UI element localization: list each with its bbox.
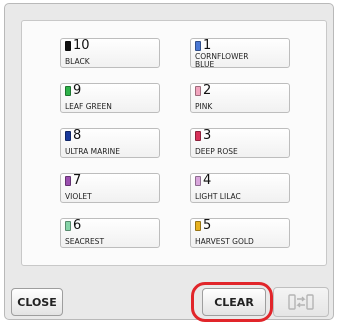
thread-list-panel: 10 BLACK 9 LEAF GREEN 8 ULTRA MARINE 7 V… [21,20,327,266]
thread-number: 8 [73,128,82,143]
thread-tile-2[interactable]: 2 PINK [190,83,290,113]
thread-number: 9 [73,83,82,98]
thread-spool-icon [65,41,71,51]
close-button[interactable]: CLOSE [11,288,63,316]
thread-spool-icon [65,176,71,186]
thread-spool-icon [65,131,71,141]
thread-name: ULTRA MARINE [65,147,121,156]
thread-spool-icon [195,176,201,186]
thread-name: HARVEST GOLD [195,237,254,246]
clear-button[interactable]: CLEAR [202,288,266,316]
thread-tile-3[interactable]: 3 DEEP ROSE [190,128,290,158]
thread-spool-icon [65,221,71,231]
thread-spool-icon [195,221,201,231]
thread-tile-5[interactable]: 5 HARVEST GOLD [190,218,290,248]
thread-spool-icon [195,41,201,51]
thread-swap-button[interactable] [273,287,329,317]
thread-color-dialog: 10 BLACK 9 LEAF GREEN 8 ULTRA MARINE 7 V… [4,3,334,320]
thread-name: SEACREST [65,237,105,246]
thread-tile-8[interactable]: 8 ULTRA MARINE [60,128,160,158]
thread-number: 5 [203,218,212,233]
thread-swap-icon [288,294,314,310]
thread-name: BLACK [65,57,90,66]
thread-name: DEEP ROSE [195,147,238,156]
thread-number: 4 [203,173,212,188]
thread-name: PINK [195,102,213,111]
thread-name: VIOLET [65,192,92,201]
thread-spool-icon [65,86,71,96]
thread-tile-1[interactable]: 1 CORNFLOWER BLUE [190,38,290,69]
thread-name: LIGHT LILAC [195,192,241,201]
thread-number: 10 [73,38,90,53]
thread-number: 3 [203,128,212,143]
thread-tile-4[interactable]: 4 LIGHT LILAC [190,173,290,203]
thread-name: CORNFLOWER BLUE [195,52,249,69]
thread-number: 1 [203,38,212,53]
thread-number: 6 [73,218,82,233]
thread-number: 7 [73,173,82,188]
thread-name: LEAF GREEN [65,102,112,111]
thread-tile-9[interactable]: 9 LEAF GREEN [60,83,160,113]
thread-tile-7[interactable]: 7 VIOLET [60,173,160,203]
thread-number: 2 [203,83,212,98]
thread-tile-6[interactable]: 6 SEACREST [60,218,160,248]
thread-tile-10[interactable]: 10 BLACK [60,38,160,68]
thread-spool-icon [195,86,201,96]
thread-spool-icon [195,131,201,141]
